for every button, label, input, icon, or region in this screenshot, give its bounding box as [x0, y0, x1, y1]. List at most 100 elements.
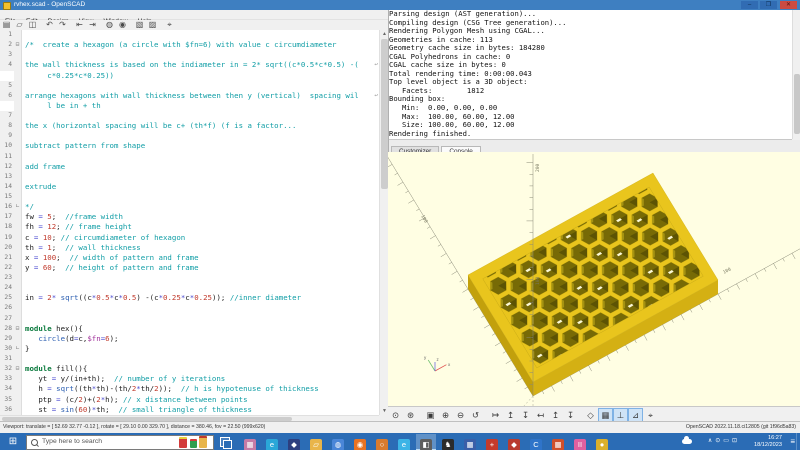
- hidden-icons-chevron[interactable]: ∧: [708, 438, 712, 444]
- action-center-button[interactable]: ≡: [790, 433, 795, 450]
- unindent-icon[interactable]: ⇤: [73, 20, 86, 29]
- open-icon[interactable]: ▱: [13, 20, 26, 29]
- console-scrollbar-thumb[interactable]: [794, 74, 800, 134]
- show-desktop-button[interactable]: [796, 433, 800, 450]
- close-button[interactable]: ✕: [780, 1, 797, 9]
- fold-marker: [14, 60, 22, 70]
- view-preview-icon[interactable]: ⊙: [388, 408, 403, 422]
- view-render-icon[interactable]: ⊛: [403, 408, 418, 422]
- editor-line: 11: [0, 152, 379, 162]
- code-text: c = 10; // circumdiameter of hexagon: [22, 233, 185, 242]
- c-app-icon: C: [530, 439, 542, 450]
- internet-explorer-icon: e: [398, 439, 410, 450]
- pinwheel-app-icon[interactable]: +: [482, 434, 502, 449]
- view-crosshair-icon[interactable]: ⌖: [643, 408, 658, 422]
- view-all-icon[interactable]: ⌖: [163, 20, 176, 29]
- line-number: 27: [0, 314, 14, 324]
- view-left-icon[interactable]: ↤: [533, 408, 548, 422]
- fold-marker: [14, 50, 22, 60]
- shield-app-icon[interactable]: ◆: [504, 434, 524, 449]
- code-text: in = 2* sqrt((c*0.5*c*0.5) -(c*0.25*c*0.…: [22, 293, 301, 302]
- console-panel[interactable]: Parsing design (AST generation)...Compil…: [389, 10, 792, 140]
- editor-line: 14 extrude: [0, 182, 379, 192]
- code-text: [22, 273, 25, 282]
- fold-marker: [14, 172, 22, 182]
- editor-line: 36 st = sin(60)*th; // small triangle of…: [0, 405, 379, 415]
- fold-marker[interactable]: ∟: [14, 344, 22, 354]
- show-scale-markers-icon[interactable]: ⊿: [628, 408, 643, 422]
- c-app-icon[interactable]: C: [526, 434, 546, 449]
- editor-line: 31: [0, 354, 379, 364]
- fold-marker[interactable]: ⊟: [14, 40, 22, 50]
- orthographic-icon[interactable]: ▦: [598, 408, 613, 422]
- view-bottom-icon[interactable]: ↧: [518, 408, 533, 422]
- search-app-icon[interactable]: ○: [372, 434, 392, 449]
- console-scrollbar[interactable]: [792, 10, 800, 139]
- code-text: [22, 152, 25, 161]
- view-right-icon[interactable]: ↦: [488, 408, 503, 422]
- cube-app-icon[interactable]: ◆: [284, 434, 304, 449]
- redo-icon[interactable]: ↷: [56, 20, 69, 29]
- export-stl-icon[interactable]: ▧: [133, 20, 146, 29]
- zoom-in-icon[interactable]: ⊕: [438, 408, 453, 422]
- code-editor[interactable]: 1 2⊟/* create a hexagon (a circle with $…: [0, 30, 379, 415]
- preview-icon[interactable]: ◍: [103, 20, 116, 29]
- view-back-icon[interactable]: ↧: [563, 408, 578, 422]
- code-text: module hex(){: [22, 324, 83, 333]
- viewport-3d[interactable]: 100100100200xyz: [388, 152, 800, 406]
- perspective-icon[interactable]: ◇: [583, 408, 598, 422]
- maximize-button[interactable]: ❒: [760, 1, 777, 9]
- editor-line: 23: [0, 273, 379, 283]
- view-front-icon[interactable]: ↥: [548, 408, 563, 422]
- render-icon[interactable]: ◉: [116, 20, 129, 29]
- photos-app-icon[interactable]: ▦: [240, 434, 260, 449]
- tray-icons: ∧⊙▭⊡: [708, 433, 740, 450]
- code-text: ptp = (c/2)+(2*h); // x distance between…: [22, 395, 248, 404]
- export-3mf-icon[interactable]: ▨: [146, 20, 159, 29]
- office-app-icon[interactable]: ▦: [548, 434, 568, 449]
- line-number: 16: [0, 202, 14, 212]
- fold-marker[interactable]: ∟: [14, 202, 22, 212]
- yellow-app-icon[interactable]: ●: [592, 434, 612, 449]
- code-text: [22, 172, 25, 181]
- taskbar-clock[interactable]: 16:27 18/12/2023: [754, 435, 782, 448]
- start-button[interactable]: ⊞: [0, 433, 26, 450]
- fold-marker: [14, 243, 22, 253]
- edge-browser-icon[interactable]: e: [262, 434, 282, 449]
- task-view-button[interactable]: [220, 437, 230, 447]
- minimize-button[interactable]: –: [741, 1, 758, 9]
- view-top-icon[interactable]: ↥: [503, 408, 518, 422]
- file-explorer-icon[interactable]: ▱: [306, 434, 326, 449]
- fold-marker: [14, 395, 22, 405]
- weather-widget[interactable]: 12°C: [682, 433, 696, 450]
- internet-explorer-icon[interactable]: e: [394, 434, 414, 449]
- firefox-browser-icon[interactable]: ◉: [350, 434, 370, 449]
- indent-icon[interactable]: ⇥: [86, 20, 99, 29]
- editor-line: 16∟*/: [0, 202, 379, 212]
- show-axes-icon[interactable]: ⊥: [613, 408, 628, 422]
- calculator-app-icon[interactable]: ▦: [460, 434, 480, 449]
- tray-display-icon[interactable]: ▭: [723, 438, 729, 444]
- tray-settings-icon[interactable]: ⊙: [715, 438, 720, 444]
- undo-icon[interactable]: ↶: [43, 20, 56, 29]
- save-icon[interactable]: ◫: [26, 20, 39, 29]
- new-file-icon[interactable]: ▤: [0, 20, 13, 29]
- search-box[interactable]: Type here to search: [26, 435, 214, 450]
- pink-app-icon[interactable]: II: [570, 434, 590, 449]
- zoom-out-icon[interactable]: ⊖: [453, 408, 468, 422]
- editor-line: 5: [0, 81, 379, 91]
- view-all-icon[interactable]: ▣: [423, 408, 438, 422]
- gimp-app-icon[interactable]: ◧: [416, 434, 436, 450]
- tray-network-icon[interactable]: ⊡: [732, 438, 737, 444]
- blue-sphere-app-icon[interactable]: ◍: [328, 434, 348, 449]
- file-explorer-icon: ▱: [310, 439, 322, 450]
- fold-marker[interactable]: ⊟: [14, 324, 22, 334]
- horse-app-icon[interactable]: ♞: [438, 434, 458, 449]
- fold-marker[interactable]: ⊟: [14, 364, 22, 374]
- editor-scrollbar-thumb[interactable]: [381, 39, 388, 189]
- code-text: the x (horizontal spacing will be c+ (th…: [22, 121, 296, 130]
- search-icon: [31, 439, 38, 446]
- line-number: 18: [0, 222, 14, 232]
- yellow-app-icon: ●: [596, 439, 608, 450]
- reset-view-icon[interactable]: ↺: [468, 408, 483, 422]
